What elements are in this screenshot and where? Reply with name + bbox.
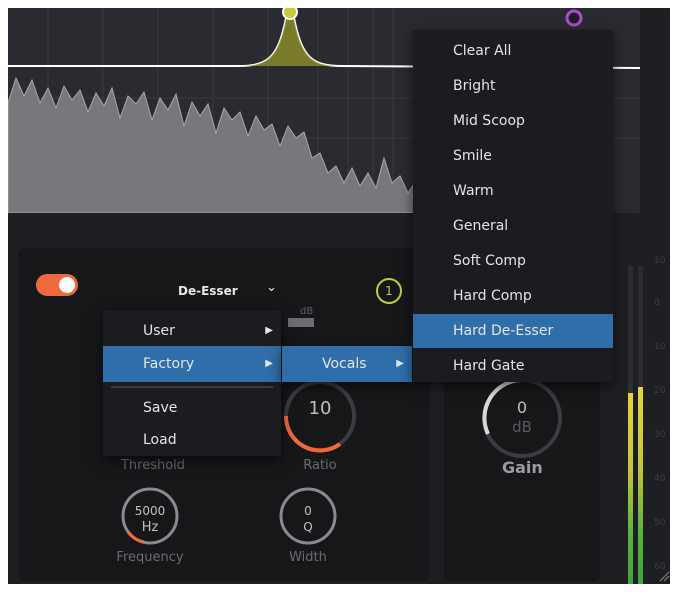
menu-item-vocals[interactable]: Vocals ▶: [282, 346, 412, 382]
menu-item-bright[interactable]: Bright: [413, 69, 613, 103]
width-label: Width: [289, 550, 327, 565]
submenu-arrow-icon: ▶: [265, 325, 273, 336]
menu-item-save[interactable]: Save: [103, 392, 281, 424]
menu-item-clear-all[interactable]: Clear All: [413, 34, 613, 68]
gain-value: 0: [516, 398, 528, 417]
menu-item-warm[interactable]: Warm: [413, 174, 613, 208]
meter-tick: 30: [654, 430, 666, 440]
width-value: 0: [304, 504, 312, 518]
gain-label: Gain: [502, 458, 543, 477]
frequency-unit: Hz: [141, 520, 159, 535]
menu-item-label: Hard Gate: [453, 358, 525, 374]
meter-tick: 10: [654, 342, 666, 352]
menu-item-label: Soft Comp: [453, 253, 526, 269]
menu-item-label: Save: [143, 400, 178, 416]
frequency-value: 5000: [134, 504, 166, 518]
menu-item-user[interactable]: User ▶: [103, 316, 281, 346]
menu-item-load[interactable]: Load: [103, 424, 281, 456]
toggle-knob: [59, 277, 75, 293]
meter-level-left: [628, 393, 633, 584]
menu-item-label: Hard Comp: [453, 288, 532, 304]
menu-item-label: Vocals: [322, 356, 367, 372]
meter-tick: 0: [654, 298, 660, 308]
output-meter-right: [638, 266, 643, 584]
menu-item-label: Bright: [453, 78, 496, 94]
factory-submenu: Vocals ▶: [282, 346, 412, 382]
menu-item-label: Smile: [453, 148, 492, 164]
scale-unit-label: dB: [300, 306, 314, 317]
meter-level-right: [638, 386, 643, 584]
frequency-label: Frequency: [116, 550, 184, 565]
ratio-value: 10: [308, 398, 332, 419]
meter-tick: 50: [654, 518, 666, 528]
threshold-label: Threshold: [120, 458, 186, 473]
menu-item-soft-comp[interactable]: Soft Comp: [413, 244, 613, 278]
menu-item-hard-de-esser[interactable]: Hard De-Esser: [413, 314, 613, 348]
menu-item-label: User: [143, 323, 175, 339]
submenu-arrow-icon: ▶: [265, 358, 273, 369]
gain-unit: dB: [512, 418, 532, 436]
scale-indicator: [288, 318, 314, 327]
vocals-submenu: Clear All Bright Mid Scoop Smile Warm Ge…: [413, 30, 613, 382]
menu-item-label: Mid Scoop: [453, 113, 525, 129]
menu-item-smile[interactable]: Smile: [413, 139, 613, 173]
deesser-enable-toggle[interactable]: [36, 274, 78, 296]
preset-menu: User ▶ Factory ▶ Save Load: [103, 310, 281, 456]
menu-item-general[interactable]: General: [413, 209, 613, 243]
menu-item-label: General: [453, 218, 509, 234]
submenu-arrow-icon: ▶: [396, 358, 404, 369]
plugin-window: De-Esser ⌄ 1 dB 10 Ratio Threshold 5000 …: [8, 8, 670, 584]
menu-item-hard-comp[interactable]: Hard Comp: [413, 279, 613, 313]
menu-item-hard-gate[interactable]: Hard Gate: [413, 349, 613, 383]
menu-item-label: Hard De-Esser: [453, 323, 554, 339]
band-number-badge[interactable]: 1: [376, 278, 402, 304]
menu-item-label: Warm: [453, 183, 494, 199]
ratio-label: Ratio: [303, 458, 337, 473]
eq-node-1: [282, 8, 298, 20]
module-title: De-Esser: [178, 284, 238, 298]
width-unit: Q: [303, 520, 313, 534]
resize-grip-icon[interactable]: [658, 570, 670, 582]
menu-item-mid-scoop[interactable]: Mid Scoop: [413, 104, 613, 138]
menu-item-label: Clear All: [453, 43, 512, 59]
meter-tick: 10: [654, 256, 666, 266]
meter-tick: 40: [654, 474, 666, 484]
menu-item-label: Load: [143, 432, 177, 448]
menu-item-factory[interactable]: Factory ▶: [103, 346, 281, 382]
menu-item-label: Factory: [143, 356, 195, 372]
menu-separator: [111, 386, 273, 388]
chevron-down-icon[interactable]: ⌄: [266, 280, 277, 295]
output-meter-left: [628, 266, 633, 584]
eq-node-2: [565, 9, 583, 27]
meter-tick: 20: [654, 386, 666, 396]
